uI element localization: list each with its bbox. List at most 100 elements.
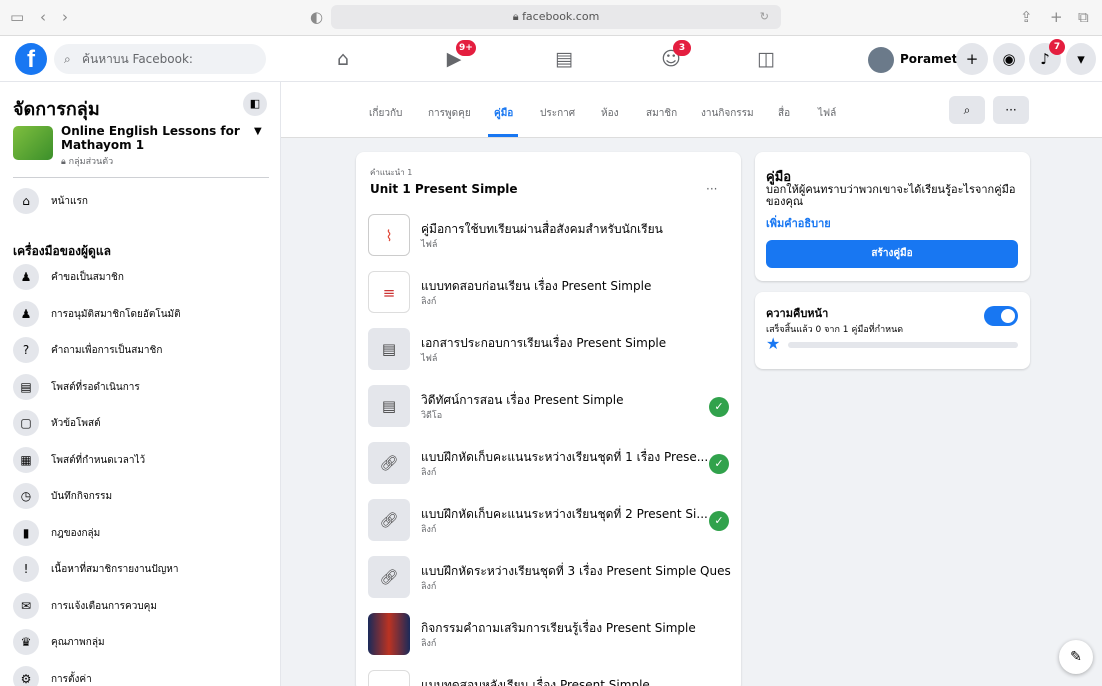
messenger-icon[interactable]: ◉ [993,43,1025,75]
sidebar-item[interactable]: ♟ การอนุมัติสมาชิกโดยอัตโนมัติ [13,299,269,331]
sidebar-item[interactable]: ? คำถามเพื่อการเป็นสมาชิก [13,335,269,367]
sidebar-item[interactable]: ✉ การแจ้งเตือนการควบคุม [13,591,269,623]
notifications-bell-icon[interactable]: ♪ 7 [1029,39,1065,75]
browser-toolbar: ▭ ‹ › ◐ 🔒︎ facebook.com ↻ ⇪ + ⧉ [0,0,1102,36]
facebook-logo-icon[interactable]: f [15,43,47,75]
sidebar-item[interactable]: ! เนื้อหาที่สมาชิกรายงานปัญหา [13,554,269,586]
group-more-icon[interactable]: ··· [993,96,1029,124]
sidebar-item[interactable]: ▢ หัวข้อโพสต์ [13,408,269,440]
link-icon: 🔗︎ [368,442,410,484]
create-guide-button[interactable]: สร้างคู่มือ [766,240,1018,268]
add-description-link[interactable]: เพิ่มคำอธิบาย [766,214,831,232]
guide-item-row[interactable]: 🔗︎ แบบฝึกหัดระหว่างเรียนชุดที่ 3 เรื่อง P… [368,556,733,600]
guide-item-row[interactable]: 🔗︎ แบบฝึกหัดเก็บคะแนนระหว่างเรียนชุดที่ 1… [368,442,733,486]
group-name[interactable]: Online English Lessons for Mathayom 1 [61,124,241,152]
sidebar-item[interactable]: ◷ บันทึกกิจกรรม [13,481,269,513]
completed-check-icon: ✓ [709,511,729,531]
share-icon[interactable]: ⇪ [1020,8,1033,26]
guide-item-type: ลิงก์ [421,639,437,649]
guide-item-row[interactable]: ▤ เอกสารประกอบการเรียนเรื่อง Present Simp… [368,328,733,372]
tab-media[interactable]: สื่อ [778,106,790,121]
guide-item-title: เอกสารประกอบการเรียนเรื่อง Present Simpl… [421,336,667,350]
questions-icon: ? [13,337,39,363]
guide-item-row[interactable]: ≡ แบบทดสอบหลังเรียน เรื่อง Present Simple… [368,670,733,686]
guide-item-title: แบบทดสอบหลังเรียน เรื่อง Present Simple [421,678,650,686]
sidebar-item[interactable]: ▦ โพสต์ที่กำหนดเวลาไว้ [13,445,269,477]
activity-log-icon: ◷ [13,483,39,509]
guide-item-row[interactable]: กิจกรรมคำถามเสริมการเรียนรู้เรื่อง Prese… [368,613,733,657]
guide-item-row[interactable]: ▤ วิดีทัศน์การสอน เรื่อง Present Simple วิ… [368,385,733,429]
sidebar-item-label: คุณภาพกลุ่ม [51,637,105,648]
photo-thumbnail [368,613,410,655]
sidebar-item-label: โพสต์ที่กำหนดเวลาไว้ [51,454,146,466]
forward-icon[interactable]: › [62,8,68,26]
marketplace-tab-icon[interactable]: ▤ [544,42,584,76]
sidebar-item-label: โพสต์ที่รอดำเนินการ [51,381,140,393]
facebook-header: f ⌕ ค้นหาบน Facebook: ⌂ ▶ 9+ ▤ ☺ 3 ◫ Porame… [0,36,1102,82]
doc-thumbnail: ≡ [368,670,410,686]
guide-item-row[interactable]: ≡ แบบทดสอบก่อนเรียน เรื่อง Present Simple… [368,271,733,315]
guide-item-row[interactable]: ⌇ คู่มือการใช้บทเรียนผ่านสื่อสังคมสำหรับน… [368,214,733,258]
sidebar-item-home[interactable]: ⌂ หน้าแรก [13,186,269,218]
sidebar-item[interactable]: ♛ คุณภาพกลุ่ม [13,627,269,659]
sidebar-item[interactable]: ▮ กฎของกลุ่ม [13,518,269,550]
progress-toggle[interactable] [984,306,1018,326]
new-tab-icon[interactable]: + [1050,8,1063,26]
back-icon[interactable]: ‹ [40,8,46,26]
privacy-shield-icon[interactable]: ◐ [310,8,323,26]
reload-icon[interactable]: ↻ [760,5,769,29]
watch-badge: 9+ [456,40,476,56]
sidebar-item-label: คำขอเป็นสมาชิก [51,272,124,283]
groups-tab-icon[interactable]: ☺ 3 [651,40,691,76]
sidebar-item-label: การอนุมัติสมาชิกโดยอัตโนมัติ [51,308,181,320]
member-request-icon: ♟ [13,264,39,290]
group-admin-sidebar: จัดการกลุ่ม ◧ Online English Lessons for… [0,82,281,686]
tab-announcements[interactable]: ประกาศ [540,106,575,121]
tab-rooms[interactable]: ห้อง [601,106,618,121]
sidebar-item[interactable]: ♟ คำขอเป็นสมาชิก [13,262,269,294]
tab-members[interactable]: สมาชิก [646,106,677,121]
tab-about[interactable]: เกี่ยวกับ [369,106,402,121]
tab-discussion[interactable]: การพูดคุย [428,106,471,121]
tab-events[interactable]: งานกิจกรรม [701,106,754,121]
group-search-icon[interactable]: ⌕ [949,96,985,124]
sidebar-item[interactable]: ⚙ การตั้งค่า [13,664,269,686]
collapse-sidebar-icon[interactable]: ◧ [243,92,267,116]
guide-item-title: แบบฝึกหัดระหว่างเรียนชุดที่ 3 เรื่อง Pre… [421,564,731,578]
toggle-knob [1001,309,1015,323]
sidebar-toggle-icon[interactable]: ▭ [10,8,24,26]
reported-content-icon: ! [13,556,39,582]
star-icon: ★ [766,334,781,353]
guide-item-title: แบบทดสอบก่อนเรียน เรื่อง Present Simple [421,279,652,293]
url-text: facebook.com [522,10,600,23]
tabs-overview-icon[interactable]: ⧉ [1078,8,1089,26]
sidebar-item-label: กฎของกลุ่ม [51,527,101,539]
divider [13,177,269,178]
moderation-alerts-icon: ✉ [13,592,39,619]
group-cover-thumbnail[interactable] [13,126,53,160]
create-guide-card: คู่มือ บอกให้ผู้คนทราบว่าพวกเขาจะได้เรีย… [755,152,1030,281]
unit-more-icon[interactable]: ··· [706,182,717,196]
guide-item-type: วิดีโอ [421,411,443,421]
profile-button[interactable]: Poramet [868,44,957,74]
unit-title: Unit 1 Present Simple [370,182,518,196]
notifications-badge: 7 [1049,39,1065,55]
address-bar[interactable]: 🔒︎ facebook.com ↻ [331,5,781,29]
home-icon: ⌂ [13,188,39,214]
tab-guides[interactable]: คู่มือ [494,106,513,121]
search-input[interactable]: ⌕ ค้นหาบน Facebook: [54,44,266,74]
watch-tab-icon[interactable]: ▶ 9+ [434,40,476,76]
guide-item-row[interactable]: 🔗︎ แบบฝึกหัดเก็บคะแนนระหว่างเรียนชุดที่ 2… [368,499,733,543]
create-plus-icon[interactable]: + [956,43,988,75]
gaming-tab-icon[interactable]: ◫ [746,42,786,76]
sidebar-item[interactable]: ▤ โพสต์ที่รอดำเนินการ [13,372,269,404]
admin-tools-heading: เครื่องมือของผู้ดูแล [13,244,111,258]
tab-files[interactable]: ไฟล์ [818,106,836,121]
unit-subtitle: คำแนะนำ 1 [370,168,413,177]
group-switch-caret-icon[interactable]: ▼ [254,126,262,137]
account-menu-caret-icon[interactable]: ▾ [1066,43,1096,75]
home-tab-icon[interactable]: ⌂ [323,42,363,76]
rules-icon: ▮ [13,519,39,546]
sidebar-item-label: เนื้อหาที่สมาชิกรายงานปัญหา [51,564,179,575]
compose-icon[interactable]: ✎ [1059,640,1093,674]
